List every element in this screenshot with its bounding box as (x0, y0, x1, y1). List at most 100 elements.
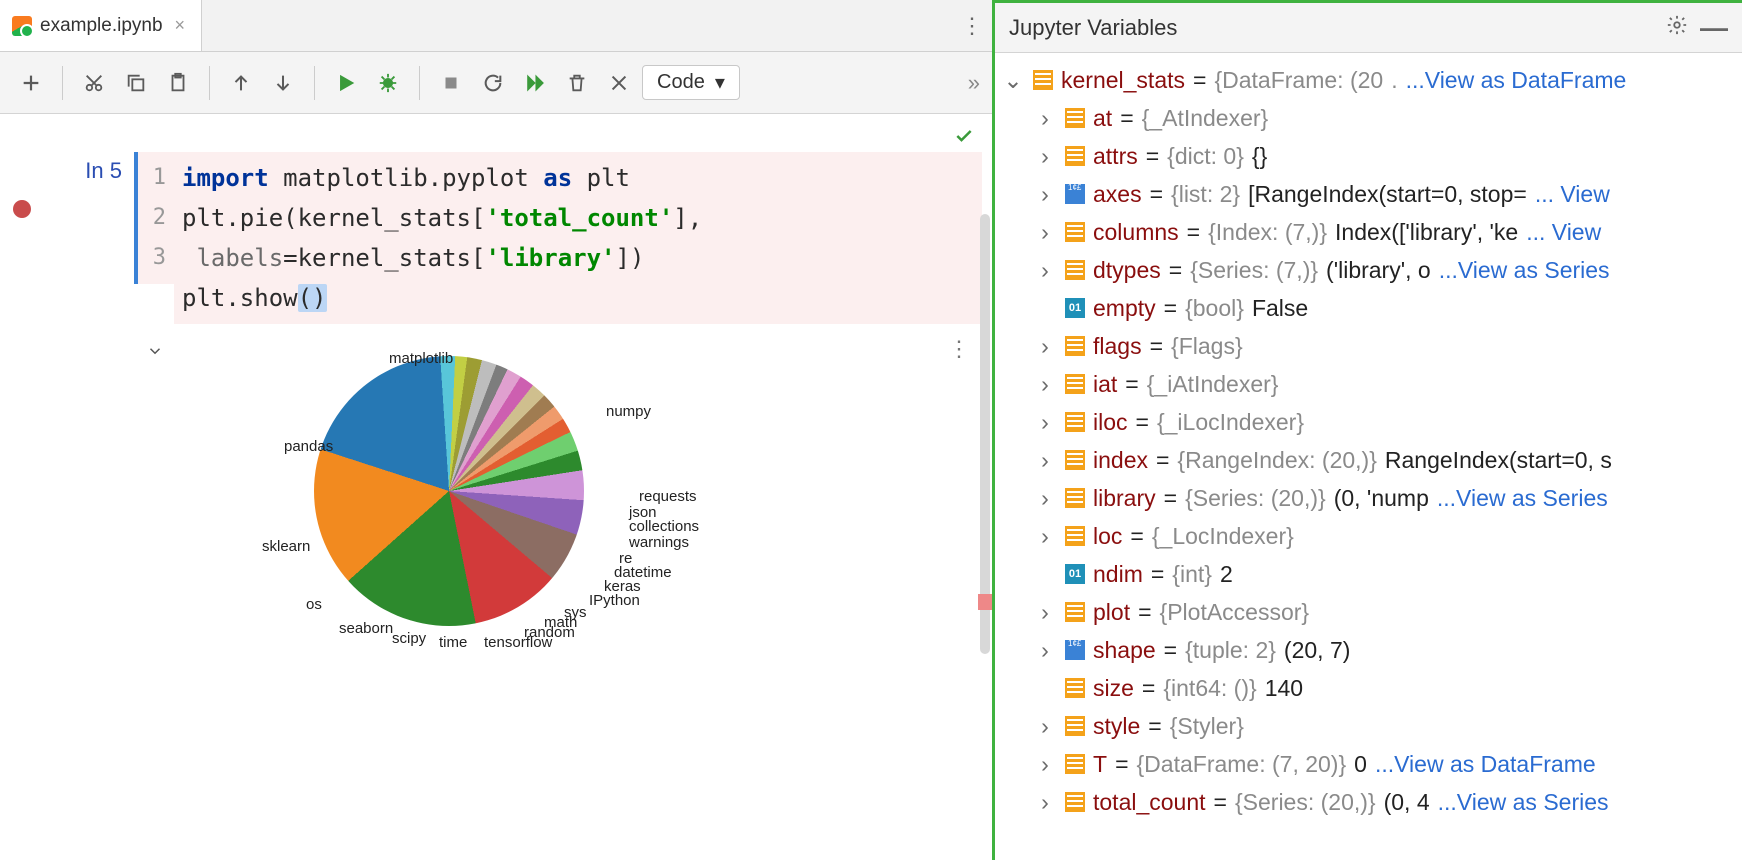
chevron-right-icon[interactable]: › (1033, 522, 1057, 550)
paste-button[interactable] (159, 64, 197, 102)
struct-icon (1065, 488, 1085, 508)
var-row[interactable]: 01 ndim = {int} 2 (999, 555, 1734, 593)
breakpoint-gutter[interactable] (0, 152, 44, 218)
chevron-right-icon[interactable]: › (1033, 636, 1057, 664)
view-as-link[interactable]: ...View as Series (1437, 484, 1608, 512)
breakpoint-icon[interactable] (13, 200, 31, 218)
add-cell-button[interactable] (12, 64, 50, 102)
chevron-right-icon[interactable]: › (1033, 446, 1057, 474)
var-row[interactable]: › loc = {_LocIndexer} (999, 517, 1734, 555)
var-row[interactable]: size = {int64: ()} 140 (999, 669, 1734, 707)
var-row[interactable]: › iat = {_iAtIndexer} (999, 365, 1734, 403)
list-icon (1065, 640, 1085, 660)
chevron-down-icon[interactable]: ⌄ (1001, 66, 1025, 94)
chevron-right-icon[interactable]: › (1033, 484, 1057, 512)
chevron-right-icon[interactable]: › (1033, 750, 1057, 778)
editor-scrollbar[interactable] (980, 214, 990, 654)
notebook-icon (12, 16, 32, 36)
variables-tree[interactable]: ⌄ kernel_stats = {DataFrame: (20....View… (995, 53, 1742, 860)
chevron-down-icon: ▾ (715, 70, 725, 95)
chevron-right-icon[interactable]: › (1033, 104, 1057, 132)
struct-icon (1065, 412, 1085, 432)
var-row[interactable]: › axes = {list: 2} [RangeIndex(start=0, … (999, 175, 1734, 213)
var-row[interactable]: › columns = {Index: (7,)} Index(['librar… (999, 213, 1734, 251)
pie-label: os (306, 596, 322, 613)
chevron-right-icon[interactable]: › (1033, 408, 1057, 436)
struct-icon (1065, 260, 1085, 280)
file-tab[interactable]: example.ipynb × (0, 0, 202, 51)
pie-label: pandas (284, 438, 333, 455)
run-button[interactable] (327, 64, 365, 102)
view-as-link[interactable]: ... View (1526, 218, 1601, 246)
pie-label: matplotlib (389, 350, 453, 367)
struct-icon (1065, 792, 1085, 812)
struct-icon (1065, 336, 1085, 356)
var-row[interactable]: › index = {RangeIndex: (20,)} RangeIndex… (999, 441, 1734, 479)
view-as-link[interactable]: ...View as DataFrame (1375, 750, 1596, 778)
gear-icon[interactable] (1666, 14, 1688, 42)
notebook-toolbar: Code ▾ » (0, 52, 992, 114)
cell-output: ⋮ numpyrequestsjsoncollectionswarningsre… (0, 334, 992, 698)
struct-icon (1065, 716, 1085, 736)
pie-label: IPython (589, 592, 640, 609)
chevron-right-icon[interactable]: › (1033, 788, 1057, 816)
run-all-button[interactable] (516, 64, 554, 102)
code-editor[interactable]: import matplotlib.pyplot as plt plt.pie(… (174, 152, 982, 324)
chevron-right-icon[interactable]: › (1033, 712, 1057, 740)
view-as-link[interactable]: ... View (1535, 180, 1610, 208)
chevron-right-icon[interactable]: › (1033, 180, 1057, 208)
collapse-output-icon[interactable] (146, 340, 164, 698)
view-as-link[interactable]: ...View as Series (1438, 788, 1609, 816)
chevron-right-icon[interactable]: › (1033, 256, 1057, 284)
var-row[interactable]: › style = {Styler} (999, 707, 1734, 745)
var-row[interactable]: › flags = {Flags} (999, 327, 1734, 365)
var-row[interactable]: 01 empty = {bool} False (999, 289, 1734, 327)
chevron-right-icon[interactable]: › (1033, 370, 1057, 398)
var-root[interactable]: ⌄ kernel_stats = {DataFrame: (20....View… (999, 61, 1734, 99)
chevron-right-icon[interactable]: › (1033, 598, 1057, 626)
move-down-button[interactable] (264, 64, 302, 102)
panel-title: Jupyter Variables (1009, 15, 1177, 41)
copy-button[interactable] (117, 64, 155, 102)
var-row[interactable]: › total_count = {Series: (20,)} (0, 4...… (999, 783, 1734, 821)
struct-icon (1065, 108, 1085, 128)
tabbar-more-icon[interactable]: ⋮ (952, 0, 992, 51)
pie-label: time (439, 634, 467, 651)
stop-button[interactable] (432, 64, 470, 102)
var-row[interactable]: › attrs = {dict: 0} {} (999, 137, 1734, 175)
var-row[interactable]: › iloc = {_iLocIndexer} (999, 403, 1734, 441)
cell-prompt: In 5 (44, 152, 134, 184)
var-row[interactable]: › library = {Series: (20,)} (0, 'nump...… (999, 479, 1734, 517)
cell-type-select[interactable]: Code ▾ (642, 65, 740, 100)
chevron-right-icon[interactable]: › (1033, 218, 1057, 246)
chevron-right-icon[interactable]: › (1033, 332, 1057, 360)
pie-label: tensorflow (484, 634, 552, 651)
delete-button[interactable] (558, 64, 596, 102)
var-row[interactable]: › plot = {PlotAccessor} (999, 593, 1734, 631)
struct-icon (1065, 526, 1085, 546)
restart-button[interactable] (474, 64, 512, 102)
struct-icon (1065, 602, 1085, 622)
minimize-icon[interactable]: — (1700, 12, 1728, 44)
pie-label: numpy (606, 403, 651, 420)
pie-label: sklearn (262, 538, 310, 555)
var-row[interactable]: › T = {DataFrame: (7, 20)} 0 ...View as … (999, 745, 1734, 783)
move-up-button[interactable] (222, 64, 260, 102)
close-icon[interactable]: × (171, 15, 190, 36)
output-more-icon[interactable]: ⋮ (948, 336, 970, 362)
toolbar-expand-icon[interactable]: » (968, 70, 980, 96)
var-row[interactable]: › shape = {tuple: 2} (20, 7) (999, 631, 1734, 669)
debug-button[interactable] (369, 64, 407, 102)
cut-button[interactable] (75, 64, 113, 102)
view-as-link[interactable]: ...View as Series (1439, 256, 1610, 284)
view-as-link[interactable]: ...View as DataFrame (1406, 66, 1627, 94)
var-row[interactable]: › at = {_AtIndexer} (999, 99, 1734, 137)
clear-button[interactable] (600, 64, 638, 102)
chevron-right-icon[interactable]: › (1033, 142, 1057, 170)
pie-label: collections (629, 518, 699, 535)
pie-label: warnings (629, 534, 689, 551)
line-numbers: 123 (134, 152, 174, 284)
var-row[interactable]: › dtypes = {Series: (7,)} ('library', o.… (999, 251, 1734, 289)
code-cell[interactable]: In 5 123 import matplotlib.pyplot as plt… (0, 152, 992, 324)
bool-icon: 01 (1065, 564, 1085, 584)
